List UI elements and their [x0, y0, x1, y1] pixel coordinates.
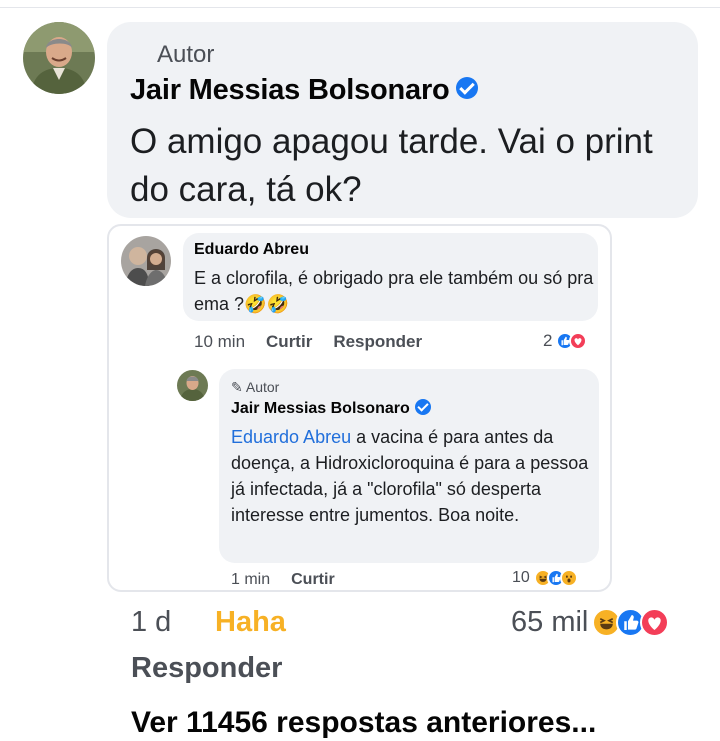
shared-comment-author: Eduardo Abreu [194, 241, 309, 258]
love-icon [569, 332, 588, 350]
comment-reaction-count: 65 mil [511, 606, 589, 638]
reply-button[interactable]: Responder [131, 652, 282, 685]
shared-comment-reaction-count: 2 [543, 331, 553, 350]
verified-badge-icon [414, 399, 431, 416]
comment-author-name[interactable]: Jair Messias Bolsonaro [130, 74, 478, 107]
reply-actions: 1 min Curtir [231, 571, 356, 589]
author-name-text: Jair Messias Bolsonaro [130, 74, 450, 106]
verified-badge-icon [455, 77, 478, 100]
reply-author-badge: ✎ Autor [231, 379, 280, 395]
haha-reaction-button[interactable]: Haha [215, 606, 286, 639]
shared-comment-like-link: Curtir [266, 332, 313, 351]
reply-author-avatar [177, 370, 208, 401]
reply-like-link: Curtir [291, 571, 335, 588]
comment-text: O amigo apagou tarde. Vai o print do car… [130, 122, 653, 209]
comment-time[interactable]: 1 d [131, 606, 171, 639]
author-badge: Autor [157, 41, 215, 68]
wow-icon [559, 569, 578, 587]
love-icon [640, 608, 670, 637]
shared-comment-reply-link: Responder [333, 332, 423, 351]
reply-author-name: Jair Messias Bolsonaro [231, 399, 431, 418]
reply-author-name-text: Jair Messias Bolsonaro [231, 400, 410, 417]
author-avatar[interactable] [23, 22, 95, 94]
top-divider [0, 0, 720, 8]
shared-comment-text: E a clorofila, é obrigado pra ele também… [194, 268, 594, 314]
reply-time: 1 min [231, 571, 271, 588]
reply-reaction-count: 10 [512, 569, 530, 586]
shared-comment-reactions: 2 [543, 331, 588, 351]
view-previous-replies-link[interactable]: Ver 11456 respostas anteriores... [131, 706, 596, 740]
shared-comment-time: 10 min [194, 332, 246, 351]
reply-text: Eduardo Abreu a vacina é para antes da d… [231, 424, 593, 528]
shared-comment-actions: 10 min Curtir Responder [194, 332, 443, 352]
shared-commenter-avatar [121, 236, 171, 286]
pencil-icon: ✎ [231, 379, 243, 395]
mention-link: Eduardo Abreu [231, 427, 352, 447]
comment-reactions[interactable]: 65 mil [511, 606, 670, 639]
reply-reactions: 10 [512, 569, 578, 587]
